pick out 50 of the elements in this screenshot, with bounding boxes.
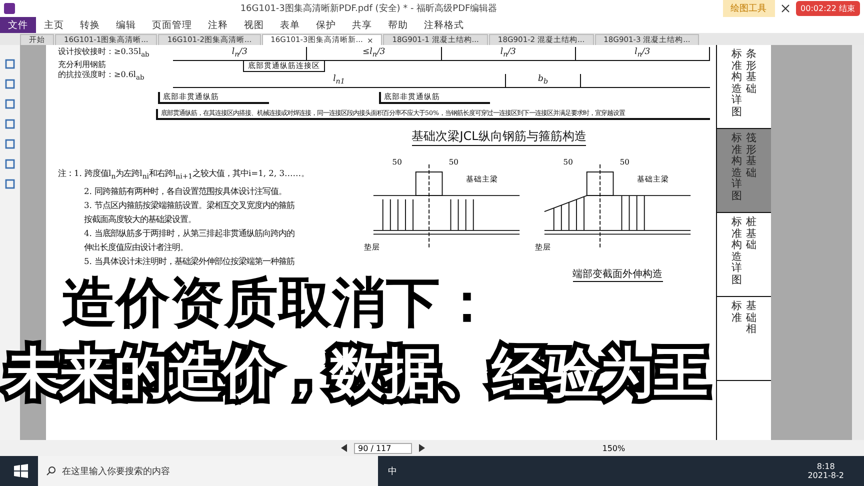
note-text: 4. 当底部纵筋多于两排时，从第三排起非贯通纵筋向跨内的 bbox=[83, 226, 296, 240]
close-icon[interactable] bbox=[780, 4, 790, 13]
beam-section-drawing: 50 50 基础主梁 垫层 bbox=[364, 152, 529, 257]
chapter-tab[interactable]: 标准构造详图 筏形基础 bbox=[717, 129, 771, 213]
taskbar-clock[interactable]: 8:18 2021-8-2 bbox=[808, 462, 864, 480]
menu-item[interactable]: 共享 bbox=[344, 17, 380, 33]
window-title: 16G101-3图集高清晰新PDF.pdf (安全) * - 福昕高级PDF编辑器 bbox=[239, 2, 498, 15]
windows-start-icon[interactable] bbox=[14, 464, 28, 478]
menu-item[interactable]: 表单 bbox=[272, 17, 308, 33]
menu-item[interactable]: 视图 bbox=[236, 17, 272, 33]
dimension-label: l$_{n}$/3 bbox=[173, 47, 308, 60]
taskbar-search-field[interactable]: 在这里输入你要搜索的内容 bbox=[38, 456, 378, 486]
video-caption: 造价资质取消下： bbox=[61, 270, 495, 336]
dimension-label: ≤l$_{n}$/3 bbox=[307, 47, 442, 60]
section-title: 基础次梁JCL纵向钢筋与箍筋构造 bbox=[412, 128, 586, 146]
input-method-indicator[interactable]: 中 bbox=[388, 464, 397, 478]
search-icon bbox=[46, 466, 56, 476]
dimension-label: l$_{n}$/3 bbox=[442, 47, 576, 60]
video-caption: 未来的造价，数据、经验为王 bbox=[0, 340, 714, 406]
anchor-note: 充分利用钢筋 bbox=[58, 60, 107, 70]
menu-item[interactable]: 主页 bbox=[36, 17, 72, 33]
zoom-level[interactable]: 150% bbox=[602, 444, 626, 452]
chapter-tab[interactable]: 标准 基础相 bbox=[717, 297, 771, 381]
beam-section-drawing: 50 50 基础主梁 垫层 bbox=[535, 152, 700, 257]
anchor-note: 的抗拉强度时：≥0.6l$_{ab}$ bbox=[58, 70, 146, 82]
note-text: 注：1. 跨度值l$_{n}$为左跨l$_{ni}$和右跨l$_{ni+1}$之较大值，其中i=1, 2, 3……。 bbox=[58, 167, 310, 183]
detail-caption: 端部变截面外伸构造 bbox=[572, 267, 662, 282]
page-number-field[interactable]: 90 / 117 bbox=[354, 442, 412, 454]
span-label: l$_{n1}$ bbox=[173, 74, 506, 87]
menu-item[interactable]: 保护 bbox=[308, 17, 344, 33]
menu-item[interactable]: 转换 bbox=[72, 17, 108, 33]
anchor-note: 设计按铰接时：≥0.35l$_{ab}$ bbox=[58, 47, 150, 60]
menu-item[interactable]: 注释 bbox=[200, 17, 236, 33]
note-text: 3. 节点区内箍筋按梁端箍筋设置。梁相互交叉宽度内的箍筋 bbox=[83, 198, 296, 212]
menu-item[interactable]: 帮助 bbox=[380, 17, 416, 33]
previous-page-icon[interactable] bbox=[340, 444, 348, 452]
note-text: 2. 同跨箍筋有两种时，各自设置范围按具体设计注写值。 bbox=[83, 184, 288, 198]
note-text: 伸出长度值应由设计者注明。 bbox=[83, 240, 189, 254]
next-page-icon[interactable] bbox=[418, 444, 426, 452]
app-logo-icon bbox=[4, 3, 15, 14]
menu-item[interactable]: 页面管理 bbox=[144, 17, 200, 33]
menu-item[interactable]: 注释格式 bbox=[416, 17, 472, 33]
span-label: b$_{b}$ bbox=[506, 74, 582, 87]
menu-item[interactable]: 文件 bbox=[0, 17, 36, 33]
note-text: 5. 当具体设计未注明时，基础梁外伸部位按梁端第一种箍筋 bbox=[83, 254, 296, 268]
note-text: 按截面高度较大的基础梁设置。 bbox=[83, 212, 197, 226]
dimension-label: l$_{n}$/3 bbox=[576, 47, 710, 60]
recording-timer: 00:02:22 结束 bbox=[796, 1, 860, 16]
menu-item[interactable]: 编辑 bbox=[108, 17, 144, 33]
chapter-tab[interactable]: 标准构造详图 桩基础 bbox=[717, 213, 771, 297]
